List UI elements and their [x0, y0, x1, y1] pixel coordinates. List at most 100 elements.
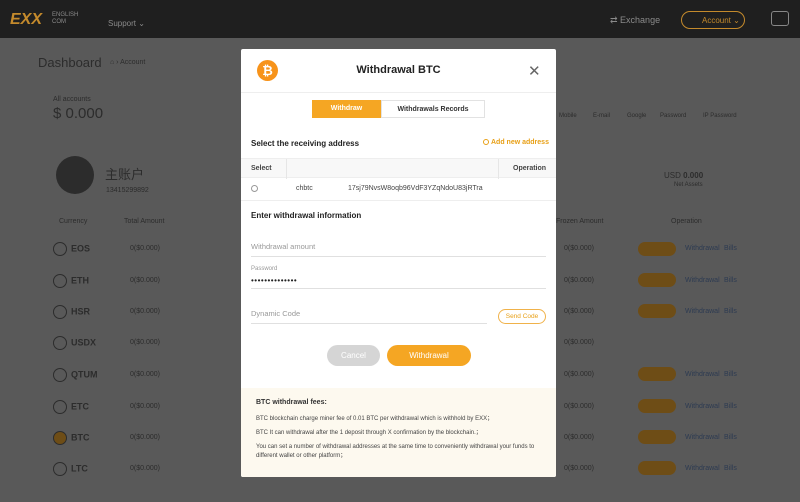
frozen-amount-value: 0($0.000) — [564, 277, 594, 284]
withdrawal-link[interactable]: Withdrawal — [685, 277, 720, 284]
deposit-button[interactable] — [638, 367, 676, 381]
close-icon[interactable]: ✕ — [528, 62, 541, 80]
withdrawal-link[interactable]: Withdrawal — [685, 371, 720, 378]
exx-logo[interactable]: EXX — [10, 11, 42, 29]
coin-btc-name: BTC — [71, 432, 90, 443]
receiving-address-title: Select the receiving address — [251, 139, 360, 148]
address-table-header: Select Operation — [241, 158, 556, 179]
etc-icon — [53, 400, 67, 414]
frozen-amount-value: 0($0.000) — [564, 465, 594, 472]
divider — [241, 200, 556, 201]
modal-title: Withdrawal BTC — [356, 64, 441, 76]
bills-link[interactable]: Bills — [724, 245, 737, 252]
page-title: Dashboard — [38, 55, 102, 70]
dynamic-code-input[interactable]: Dynamic Code — [251, 302, 487, 324]
security-ip-password[interactable]: IP Password — [703, 113, 737, 119]
add-new-address-link[interactable]: Add new address — [483, 139, 549, 146]
fees-title: BTC withdrawal fees: — [256, 399, 327, 406]
security-email[interactable]: E-mail — [593, 113, 610, 119]
bills-link[interactable]: Bills — [724, 277, 737, 284]
nav-exchange[interactable]: ⇄ Exchange — [610, 15, 660, 26]
bills-link[interactable]: Bills — [724, 371, 737, 378]
withdrawal-amount-placeholder: Withdrawal amount — [251, 242, 316, 251]
col-frozen-amount: Frozen Amount — [556, 218, 604, 225]
frozen-amount-value: 0($0.000) — [564, 434, 594, 441]
total-amount-value: 0($0.000) — [130, 465, 160, 472]
address-label: chbtc — [296, 185, 313, 192]
top-nav-bar: EXX ENGLISH COM Support ⌄ ⇄ Exchange Acc… — [0, 0, 800, 38]
withdrawal-link[interactable]: Withdrawal — [685, 245, 720, 252]
frozen-amount-value: 0($0.000) — [564, 339, 594, 346]
password-label: Password — [251, 266, 278, 272]
account-id: 13415299892 — [106, 187, 149, 194]
bills-link[interactable]: Bills — [724, 308, 737, 315]
withdrawal-fees-notice: BTC withdrawal fees: BTC blockchain char… — [241, 388, 556, 477]
coin-row-btc: BTC — [53, 431, 113, 445]
withdrawal-link[interactable]: Withdrawal — [685, 403, 720, 410]
security-password[interactable]: Password — [660, 113, 686, 119]
frozen-amount-value: 0($0.000) — [564, 371, 594, 378]
fees-line: BTC blockchain charge miner fee of 0.01 … — [256, 416, 494, 422]
breadcrumb-account: Account — [120, 59, 146, 66]
security-google[interactable]: Google — [627, 113, 646, 119]
logo-subtitle-line-1: ENGLISH — [52, 12, 79, 18]
deposit-button[interactable] — [638, 399, 676, 413]
withdrawal-link[interactable]: Withdrawal — [685, 434, 720, 441]
coin-row-usdx: USDX — [53, 336, 113, 350]
coin-eos-name: EOS — [71, 243, 91, 254]
tab-withdraw[interactable]: Withdraw — [312, 100, 381, 118]
coin-row-hsr: HSR — [53, 305, 113, 319]
fees-line: BTC It can withdrawal after the 1 deposi… — [256, 430, 482, 436]
password-input[interactable]: Password •••••••••••••• — [251, 264, 546, 289]
frozen-amount-value: 0($0.000) — [564, 245, 594, 252]
tab-withdrawals-records[interactable]: Withdrawals Records — [381, 100, 485, 118]
send-code-button[interactable]: Send Code — [498, 309, 546, 324]
total-amount-value: 0($0.000) — [130, 245, 160, 252]
withdrawal-link[interactable]: Withdrawal — [685, 465, 720, 472]
plus-circle-icon — [483, 139, 489, 146]
address-radio[interactable] — [251, 185, 258, 192]
col-total-amount: Total Amount — [124, 218, 165, 225]
bills-link[interactable]: Bills — [724, 434, 737, 441]
total-balance: $ 0.000 — [53, 105, 104, 122]
deposit-button[interactable] — [638, 461, 676, 475]
deposit-button[interactable] — [638, 242, 676, 256]
account-label: Account — [702, 16, 731, 25]
coin-row-etc: ETC — [53, 400, 113, 414]
deposit-button[interactable] — [638, 430, 676, 444]
deposit-button[interactable] — [638, 304, 676, 318]
eth-icon — [53, 274, 67, 288]
cancel-button[interactable]: Cancel — [327, 345, 380, 366]
usd-label: USD — [664, 171, 681, 180]
modal-header: ₿ Withdrawal BTC ✕ — [241, 49, 556, 93]
frozen-amount-value: 0($0.000) — [564, 308, 594, 315]
security-mobile[interactable]: Mobile — [559, 113, 577, 119]
total-amount-value: 0($0.000) — [130, 434, 160, 441]
withdrawal-button[interactable]: Withdrawal — [387, 345, 471, 366]
coin-qtum-name: QTUM — [71, 369, 98, 380]
account-name: 主账户 — [105, 167, 145, 182]
deposit-button[interactable] — [638, 273, 676, 287]
withdrawal-link[interactable]: Withdrawal — [685, 308, 720, 315]
logo-subtitle: ENGLISH COM — [52, 12, 78, 26]
withdrawal-amount-input[interactable]: Withdrawal amount — [251, 235, 546, 257]
qtum-icon — [53, 368, 67, 382]
coin-etc-name: ETC — [71, 401, 89, 412]
password-value: •••••••••••••• — [251, 276, 298, 285]
bills-link[interactable]: Bills — [724, 465, 737, 472]
total-amount-value: 0($0.000) — [130, 277, 160, 284]
coin-eth-name: ETH — [71, 275, 89, 286]
add-new-address-label: Add new address — [491, 139, 549, 146]
col-operation: Operation — [671, 218, 702, 225]
account-menu-button[interactable]: Account ⌄ — [681, 11, 745, 29]
withdrawal-modal: ₿ Withdrawal BTC ✕ Withdraw Withdrawals … — [241, 49, 556, 477]
column-divider — [498, 159, 499, 179]
withdrawal-info-title: Enter withdrawal information — [251, 211, 362, 220]
home-icon: ⌂ › — [110, 59, 121, 66]
nav-support[interactable]: Support ⌄ — [108, 19, 145, 28]
address-row[interactable]: chbtc 17sj79NvsW8oqb96VdF3YZqNdoU83jRTra — [241, 179, 556, 199]
total-amount-value: 0($0.000) — [130, 308, 160, 315]
bills-link[interactable]: Bills — [724, 403, 737, 410]
chat-icon[interactable] — [771, 11, 789, 26]
col-currency: Currency — [59, 218, 88, 225]
